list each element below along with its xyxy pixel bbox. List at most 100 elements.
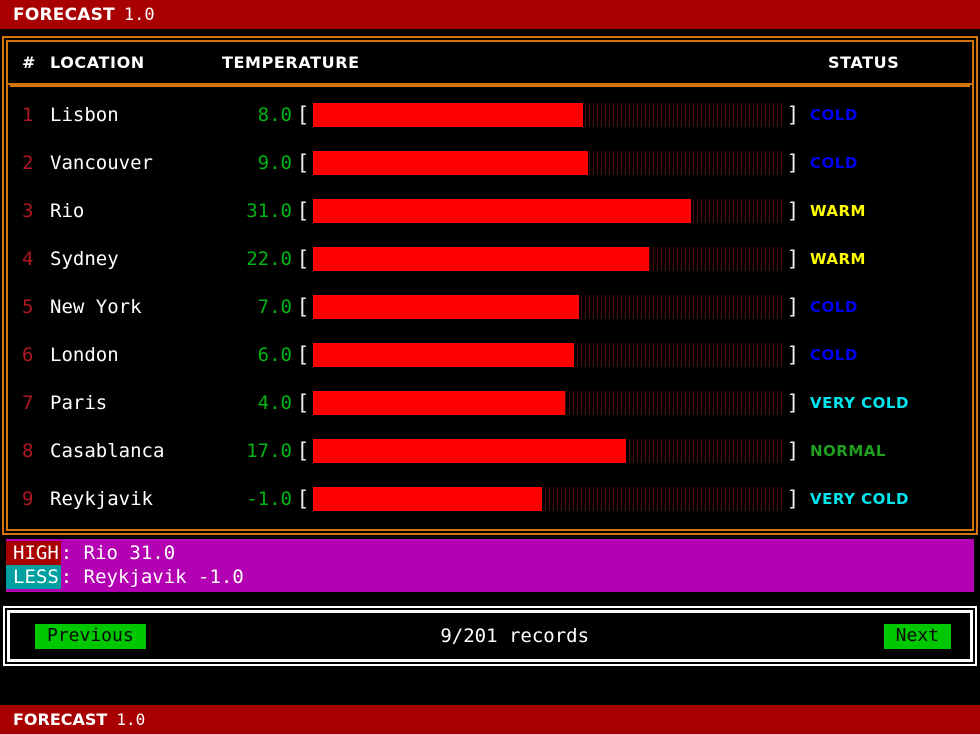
summary-panel: HIGH : Rio 31.0 LESS : Reykjavik -1.0 (6, 539, 974, 592)
temperature-bar-track (313, 391, 783, 415)
temperature-bar-gauge: [] (294, 199, 802, 223)
row-location: Sydney (50, 248, 119, 270)
status-app-title: FORECAST (13, 710, 108, 729)
row-location: Paris (50, 392, 108, 414)
bracket-open-icon: [ (296, 103, 310, 127)
row-temperature: 22.0 (246, 248, 292, 270)
row-location: London (50, 344, 119, 366)
forecast-app-window: FORECAST 1.0 # LOCATION TEMPERATURE STAT… (0, 0, 980, 734)
temperature-bar-fill (313, 391, 566, 415)
row-location: Rio (50, 200, 85, 222)
temperature-bar-track (313, 247, 783, 271)
high-tag: HIGH (6, 541, 61, 565)
row-temperature: 6.0 (257, 344, 292, 366)
less-value: : Reykjavik -1.0 (60, 566, 244, 588)
temperature-bar-gauge: [] (294, 487, 802, 511)
row-location: New York (50, 296, 142, 318)
temperature-bar-fill (313, 439, 627, 463)
bracket-open-icon: [ (296, 199, 310, 223)
table-row[interactable]: 5 New York 7.0[] COLD (8, 283, 972, 331)
row-status-badge: NORMAL (810, 442, 886, 460)
bracket-close-icon: ] (786, 199, 800, 223)
row-number: 1 (22, 104, 34, 126)
temperature-bar-track (313, 151, 783, 175)
row-location: Vancouver (50, 152, 153, 174)
temperature-bar-track (313, 487, 783, 511)
row-status-badge: WARM (810, 250, 866, 268)
app-title: FORECAST (13, 4, 115, 25)
table-row[interactable]: 9 Reykjavik -1.0[] VERY COLD (8, 475, 972, 523)
temperature-bar-fill (313, 151, 589, 175)
row-status-badge: COLD (810, 106, 858, 124)
column-header-location: LOCATION (50, 53, 145, 72)
status-app-version: 1.0 (116, 710, 146, 729)
temperature-bar-fill (313, 247, 650, 271)
row-number: 9 (22, 488, 34, 510)
temperature-bar-gauge: [] (294, 151, 802, 175)
title-spacer (0, 29, 980, 40)
summary-pagination-spacer (0, 592, 980, 610)
row-number: 5 (22, 296, 34, 318)
table-row[interactable]: 8 Casablanca 17.0[] NORMAL (8, 427, 972, 475)
summary-high-line: HIGH : Rio 31.0 (6, 541, 974, 565)
row-number: 7 (22, 392, 34, 414)
table-header-row: # LOCATION TEMPERATURE STATUS (8, 42, 972, 85)
bracket-open-icon: [ (296, 487, 310, 511)
bracket-open-icon: [ (296, 343, 310, 367)
row-number: 2 (22, 152, 34, 174)
row-status-badge: COLD (810, 154, 858, 172)
temperature-bar-gauge: [] (294, 391, 802, 415)
temperature-bar-gauge: [] (294, 343, 802, 367)
forecast-table-panel: # LOCATION TEMPERATURE STATUS 1 Lisbon 8.0… (2, 36, 978, 535)
row-location: Lisbon (50, 104, 119, 126)
high-value: : Rio 31.0 (60, 542, 176, 564)
row-temperature: -1.0 (246, 488, 292, 510)
table-row[interactable]: 7 Paris 4.0[] VERY COLD (8, 379, 972, 427)
temperature-bar-fill (313, 487, 543, 511)
row-temperature: 9.0 (257, 152, 292, 174)
table-row[interactable]: 3 Rio 31.0[] WARM (8, 187, 972, 235)
temperature-bar-track (313, 295, 783, 319)
temperature-bar-fill (313, 103, 583, 127)
bracket-close-icon: ] (786, 103, 800, 127)
temperature-bar-gauge: [] (294, 247, 802, 271)
row-status-badge: WARM (810, 202, 866, 220)
row-temperature: 7.0 (257, 296, 292, 318)
table-row[interactable]: 2 Vancouver 9.0[] COLD (8, 139, 972, 187)
row-temperature: 8.0 (257, 104, 292, 126)
column-header-temperature: TEMPERATURE (222, 53, 360, 72)
row-number: 8 (22, 440, 34, 462)
row-status-badge: VERY COLD (810, 490, 909, 508)
table-summary-spacer (0, 531, 980, 539)
table-row[interactable]: 1 Lisbon 8.0[] COLD (8, 91, 972, 139)
row-status-badge: COLD (810, 298, 858, 316)
row-number: 3 (22, 200, 34, 222)
temperature-bar-track (313, 103, 783, 127)
row-temperature: 4.0 (257, 392, 292, 414)
temperature-bar-fill (313, 295, 579, 319)
bracket-close-icon: ] (786, 343, 800, 367)
bracket-close-icon: ] (786, 295, 800, 319)
bracket-close-icon: ] (786, 439, 800, 463)
column-header-number: # (22, 53, 37, 72)
bracket-open-icon: [ (296, 439, 310, 463)
bracket-close-icon: ] (786, 151, 800, 175)
title-bar: FORECAST 1.0 (0, 0, 980, 29)
bracket-close-icon: ] (786, 247, 800, 271)
row-temperature: 17.0 (246, 440, 292, 462)
table-row[interactable]: 6 London 6.0[] COLD (8, 331, 972, 379)
temperature-bar-gauge: [] (294, 103, 802, 127)
table-body: 1 Lisbon 8.0[] COLD 2 Vancouver 9.0[] COLD 3 Rio 3… (8, 85, 972, 529)
table-row[interactable]: 4 Sydney 22.0[] WARM (8, 235, 972, 283)
temperature-bar-fill (313, 199, 692, 223)
next-button[interactable]: Next (883, 623, 951, 649)
row-number: 6 (22, 344, 34, 366)
temperature-bar-gauge: [] (294, 439, 802, 463)
previous-button[interactable]: Previous (35, 623, 146, 649)
temperature-bar-track (313, 343, 783, 367)
pagination-bar: Previous 9/201 records Next (3, 606, 977, 666)
temperature-bar-track (313, 439, 783, 463)
bracket-open-icon: [ (296, 247, 310, 271)
row-location: Casablanca (50, 440, 165, 462)
less-tag: LESS (6, 565, 61, 589)
